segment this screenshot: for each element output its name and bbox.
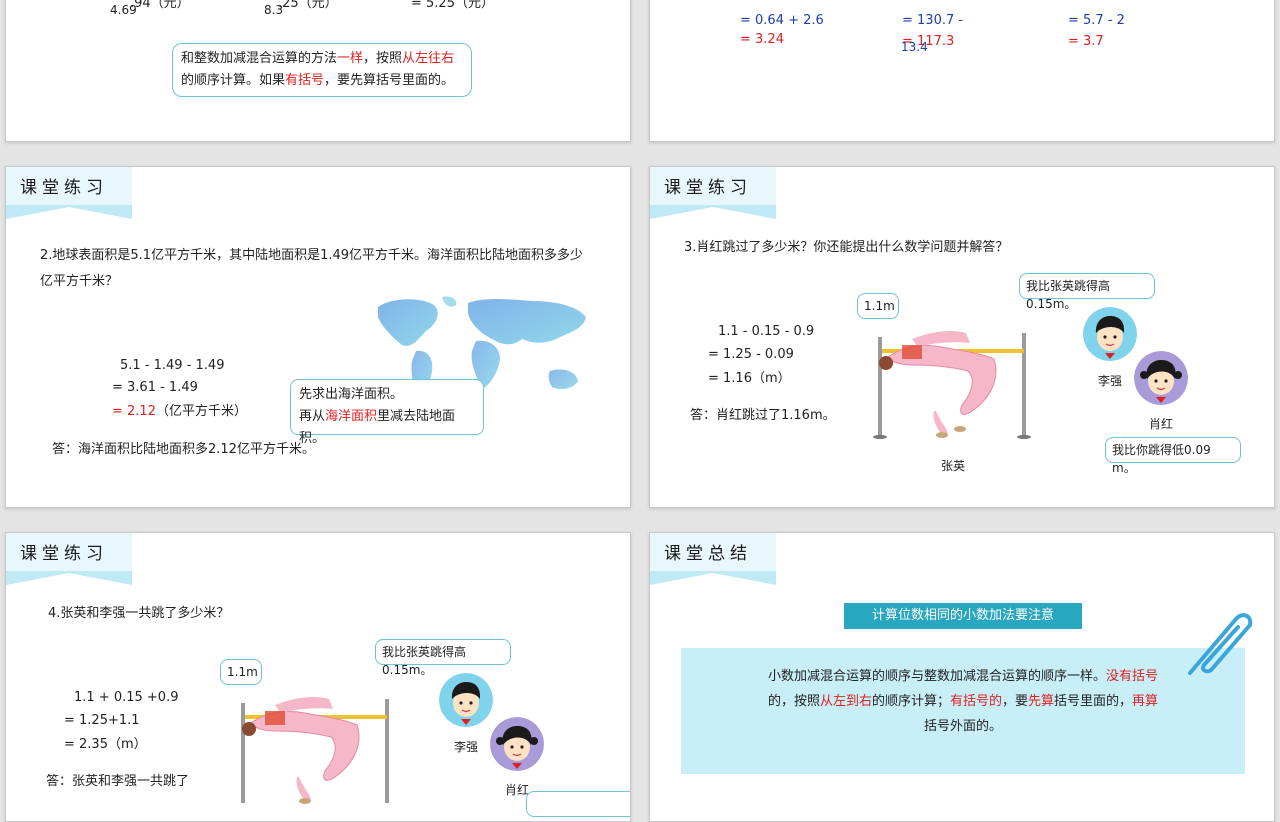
question-text: 4.张英和李强一共跳了多少米？ bbox=[48, 606, 230, 621]
li-qiang-name: 李强 bbox=[454, 740, 479, 754]
li-qiang-avatar bbox=[1083, 307, 1137, 361]
height-label-bubble: 1.1m bbox=[857, 293, 899, 319]
xiao-hong-avatar bbox=[490, 717, 544, 771]
calc-col1-line2: = 3.24 bbox=[740, 32, 784, 47]
calc-line-2: = 1.25+1.1 bbox=[64, 713, 140, 728]
calc-line-1: 5.1 - 1.49 - 1.49 bbox=[120, 358, 225, 373]
height-label-bubble: 1.1m bbox=[220, 659, 262, 685]
answer-text: 答：张英和李强一共跳了 bbox=[46, 774, 190, 789]
summary-line-3: 括号外面的。 bbox=[923, 719, 1002, 734]
slide-4: 课堂练习 3.肖红跳过了多少米？你还能提出什么数学问题并解答？ 1.1 - 0.… bbox=[649, 166, 1275, 508]
section-tag-label: 课堂练习 bbox=[20, 178, 108, 198]
answer-text: 答：肖红跳过了1.16m。 bbox=[690, 408, 836, 423]
value-5-25: = 5.25（元） bbox=[411, 0, 494, 11]
answer-text: 答：海洋面积比陆地面积多2.12亿平方千米。 bbox=[52, 442, 315, 457]
question-line-2: 亿平方千米？ bbox=[40, 274, 119, 289]
summary-banner: 计算位数相同的小数加法要注意 bbox=[844, 603, 1082, 629]
calc-col3-line1: = 5.7 - 2 bbox=[1068, 13, 1125, 28]
zhang-ying-name: 张英 bbox=[941, 459, 966, 473]
slide-6: 课堂总结 计算位数相同的小数加法要注意 小数加减混合运算的顺序与整数加减混合运算… bbox=[649, 532, 1275, 822]
summary-line-1: 小数加减混合运算的顺序与整数加减混合运算的顺序一样。没有括号 bbox=[767, 669, 1159, 684]
slide-3: 课堂练习 2.地球表面积是5.1亿平方千米，其中陆地面积是1.49亿平方千米。海… bbox=[5, 166, 631, 508]
slide-5: 课堂练习 4.张英和李强一共跳了多少米？ 1.1 + 0.15 +0.9 = 1… bbox=[5, 532, 631, 822]
li-qiang-speech-bubble: 我比张英跳得高0.15m。 bbox=[375, 639, 511, 677]
slide-1: 4.69 .94（元） 8.3 .25（元） = 5.25（元） 和整数加减混合… bbox=[5, 0, 631, 142]
xiao-hong-name: 肖红 bbox=[505, 783, 530, 797]
paperclip-icon bbox=[1188, 613, 1253, 675]
calc-line-3: = 1.16（m） bbox=[708, 371, 791, 386]
calc-line-3: = 2.35（m） bbox=[64, 737, 147, 752]
xiao-hong-avatar bbox=[1134, 351, 1188, 405]
value-94: .94（元） bbox=[130, 0, 190, 11]
calc-col3-line2: = 3.7 bbox=[1068, 34, 1104, 49]
summary-line-2: 的，按照从左到右的顺序计算；有括号的，要先算括号里面的，再算 bbox=[767, 694, 1159, 709]
li-qiang-name: 李强 bbox=[1098, 374, 1123, 388]
xiao-hong-speech-bubble bbox=[526, 791, 630, 817]
high-jump-illustration bbox=[241, 697, 389, 804]
hint-bubble: 先求出海洋面积。 再从海洋面积里减去陆地面积。 bbox=[290, 379, 484, 446]
calc-col1-line1: = 0.64 + 2.6 bbox=[740, 13, 824, 28]
calc-line-1: 1.1 - 0.15 - 0.9 bbox=[718, 324, 815, 339]
xiao-hong-speech-bubble: 我比你跳得低0.09 m。 bbox=[1105, 437, 1241, 475]
section-tag-label: 课堂练习 bbox=[664, 178, 752, 198]
calc-line-3: = 2.12（亿平方千米） bbox=[112, 404, 247, 419]
calc-line-1: 1.1 + 0.15 +0.9 bbox=[74, 690, 179, 705]
question-line-1: 2.地球表面积是5.1亿平方千米，其中陆地面积是1.49亿平方千米。海洋面积比陆… bbox=[40, 248, 584, 263]
question-text: 3.肖红跳过了多少米？你还能提出什么数学问题并解答？ bbox=[684, 240, 1009, 255]
calc-line-2: = 3.61 - 1.49 bbox=[112, 380, 198, 395]
value-25: .25（元） bbox=[278, 0, 338, 11]
slide-2: = 0.64 + 2.6 = 3.24 = 130.7 - = 117.3 13… bbox=[649, 0, 1275, 142]
xiao-hong-name: 肖红 bbox=[1149, 417, 1174, 431]
method-note-bubble: 和整数加减混合运算的方法一样，按照从左往右 的顺序计算。如果有括号，要先算括号里… bbox=[172, 43, 472, 97]
calc-line-2: = 1.25 - 0.09 bbox=[708, 347, 794, 362]
calc-col2-line1: = 130.7 - bbox=[902, 13, 964, 28]
summary-box: 小数加减混合运算的顺序与整数加减混合运算的顺序一样。没有括号 的，按照从左到右的… bbox=[681, 648, 1245, 774]
section-tag-label: 课堂总结 bbox=[664, 544, 752, 564]
li-qiang-speech-bubble: 我比张英跳得高0.15m。 bbox=[1019, 273, 1155, 311]
section-tag-label: 课堂练习 bbox=[20, 544, 108, 564]
li-qiang-avatar bbox=[439, 673, 493, 727]
calc-col2-line3: 13.4 bbox=[901, 40, 928, 54]
high-jump-illustration bbox=[873, 331, 1031, 439]
